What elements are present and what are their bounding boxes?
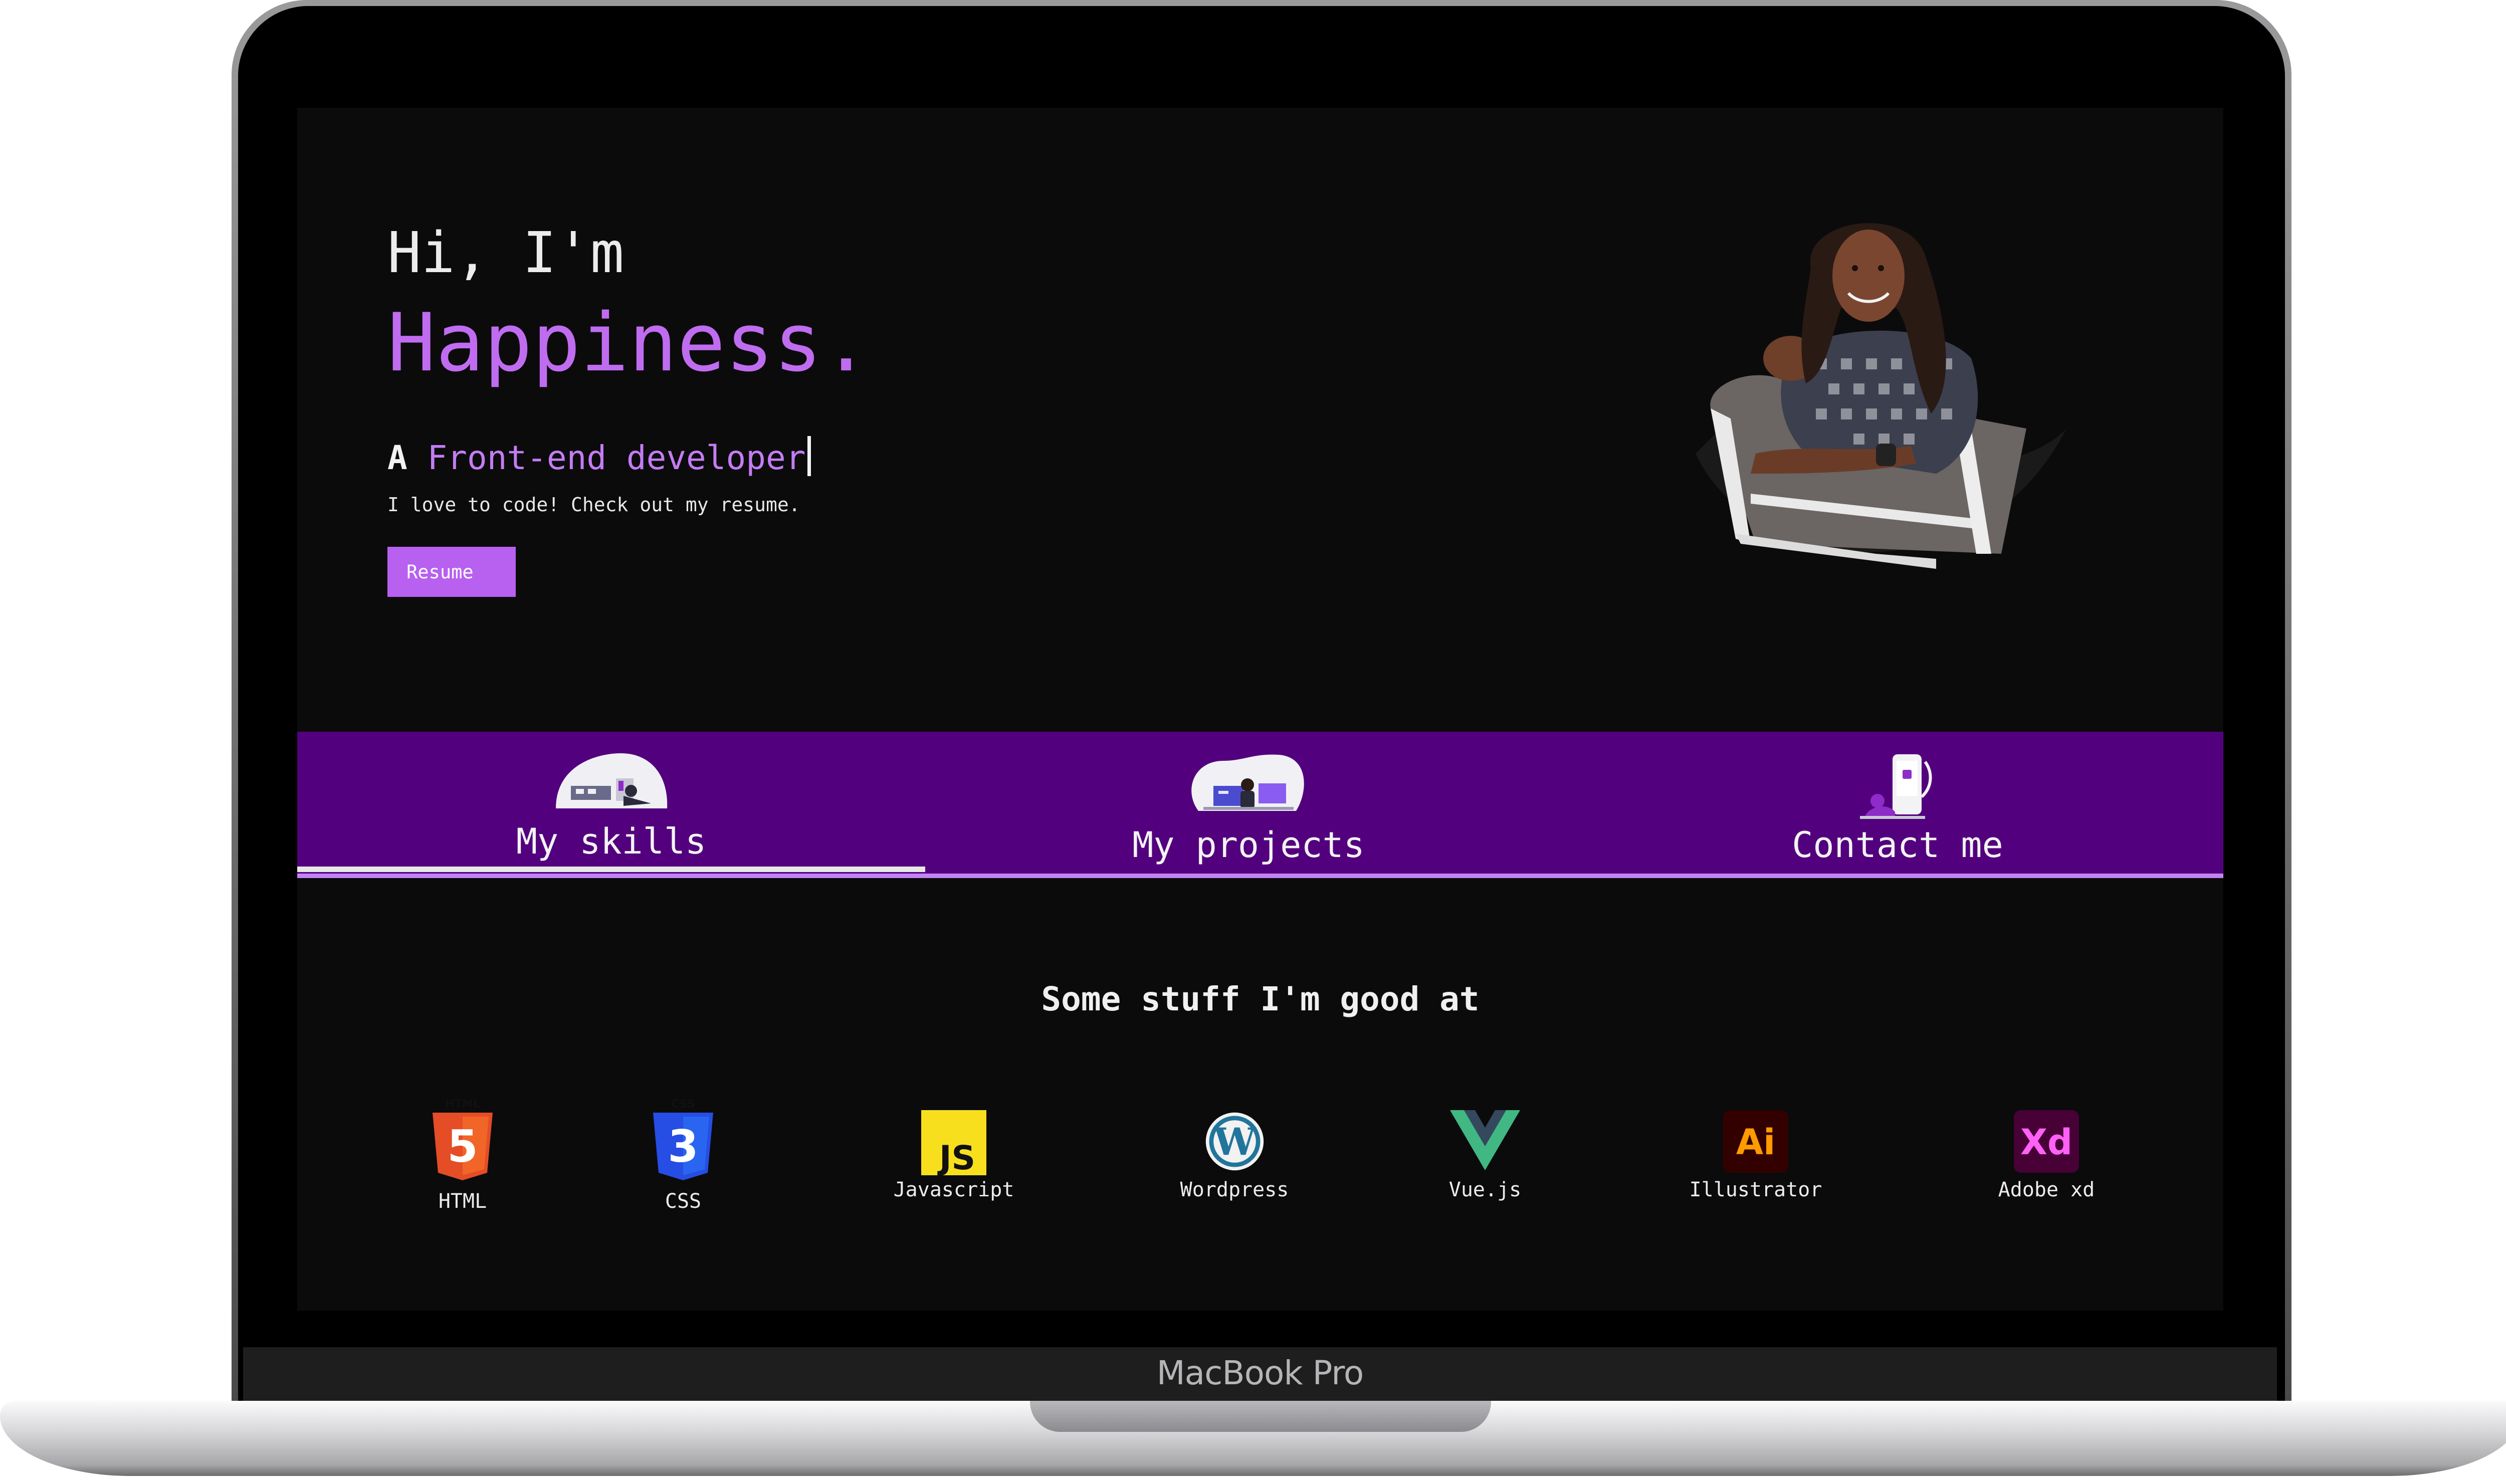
hero-name: Happiness. [387,296,871,389]
skill-name: Vue.js [1448,1178,1522,1201]
vuejs-icon [1450,1110,1520,1170]
role-prefix: A [387,439,407,477]
device-brand-label: MacBook Pro [1156,1354,1364,1392]
skill-item-adobe-xd: Xd Adobe xd [1971,1110,2122,1201]
active-tab-indicator [297,867,925,872]
skills-heading: Some stuff I'm good at [1041,980,1480,1018]
javascript-icon: JS [921,1110,986,1175]
section-nav: My skills My projects Contact me [297,732,2223,878]
skill-name: Adobe xd [1998,1178,2095,1201]
skill-name: CSS [665,1190,702,1213]
hero-tagline: I love to code! Check out my resume. [387,494,800,516]
skill-name: HTML [438,1190,487,1213]
skill-item-javascript: JS Javascript [879,1110,1029,1201]
tab-my-projects[interactable]: My projects [925,732,1572,878]
svg-text:3: 3 [668,1121,698,1172]
tab-label-contact: Contact me [1792,824,2003,866]
adobe-xd-icon: Xd [2014,1110,2079,1173]
skill-name: Wordpress [1180,1178,1289,1201]
hero-role: A Front-end developer [387,436,811,477]
svg-text:Xd: Xd [2020,1122,2072,1163]
contact-illustration-icon [1860,754,1932,819]
tab-label-projects: My projects [1132,824,1365,866]
hero-greeting: Hi, I'm [387,221,624,286]
svg-text:CSS: CSS [671,1098,695,1111]
tab-contact-me[interactable]: Contact me [1572,732,2223,878]
skill-item-css: CSS 3 CSS [638,1098,728,1213]
wordpress-icon: W [1205,1112,1264,1171]
html5-icon: HTML 5 [433,1098,493,1180]
skill-name: Illustrator [1689,1178,1822,1201]
laptop-notch [1030,1401,1491,1432]
illustrator-icon: Ai [1723,1110,1788,1173]
svg-text:HTML: HTML [445,1098,480,1111]
skill-item-wordpress: W Wordpress [1159,1110,1310,1201]
skill-item-html: HTML 5 HTML [417,1098,508,1213]
role-title: Front-end developer [427,439,806,477]
skills-illustration-icon [556,753,668,808]
skill-name: Javascript [893,1178,1014,1201]
skill-item-illustrator: Ai Illustrator [1681,1110,1831,1201]
tab-label-skills: My skills [516,821,707,862]
projects-illustration-icon [1191,754,1304,811]
typing-cursor [807,436,811,476]
website-screen: Hi, I'm Happiness. A Front-end developer… [297,108,2223,1311]
css3-icon: CSS 3 [653,1098,713,1180]
svg-text:5: 5 [447,1121,478,1172]
svg-text:JS: JS [937,1139,975,1175]
svg-text:Ai: Ai [1736,1122,1775,1163]
resume-button[interactable]: Resume [387,547,516,597]
skill-item-vuejs: Vue.js [1420,1110,1550,1201]
tab-my-skills[interactable]: My skills [297,732,925,878]
profile-portrait-image [1696,223,2066,569]
svg-text:W: W [1213,1120,1257,1164]
